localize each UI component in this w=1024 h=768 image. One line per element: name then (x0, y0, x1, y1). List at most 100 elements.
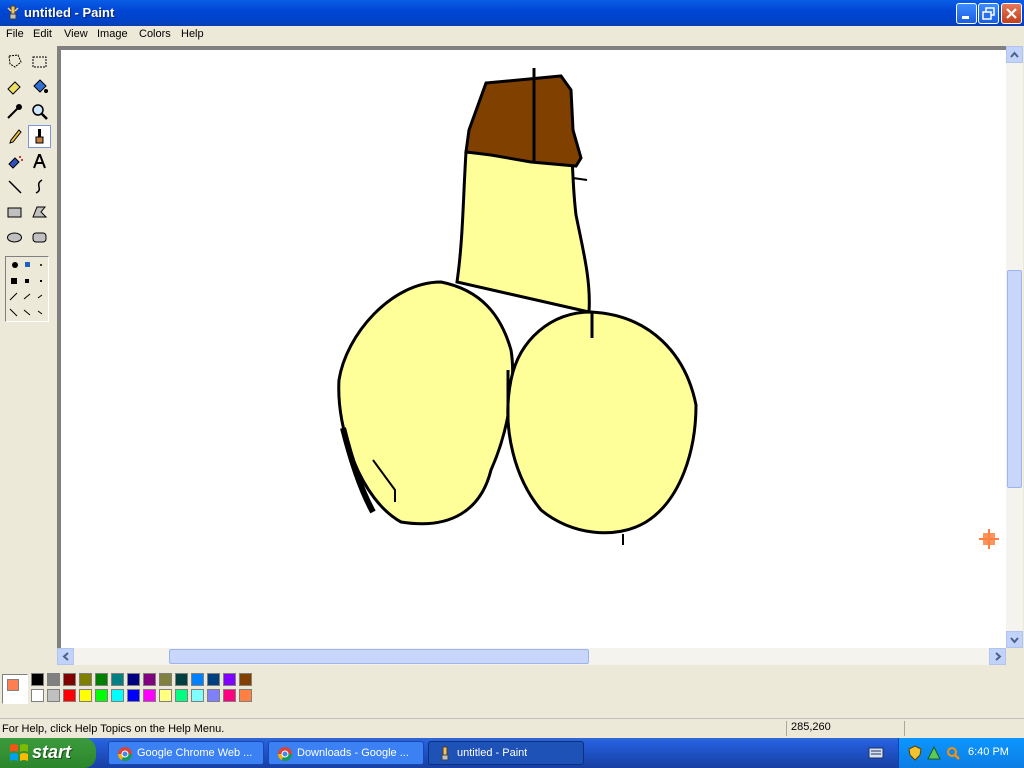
windows-logo-icon (10, 744, 28, 761)
chevron-down-icon (1010, 637, 1019, 644)
palette-swatch[interactable] (63, 689, 76, 702)
select-icon (32, 56, 47, 68)
task-downloads-chrome[interactable]: Downloads - Google ... (268, 741, 424, 765)
ellipse-icon (7, 232, 22, 243)
fill-with-color-tool[interactable] (28, 75, 51, 98)
menu-view[interactable]: View (64, 28, 88, 40)
keyboard-icon[interactable] (868, 746, 884, 760)
palette-swatch[interactable] (175, 689, 188, 702)
menu-colors[interactable]: Colors (139, 28, 171, 40)
scroll-down-button[interactable] (1006, 631, 1023, 648)
palette-swatch[interactable] (111, 673, 124, 686)
palette-swatch[interactable] (143, 689, 156, 702)
rounded-rectangle-tool[interactable] (28, 225, 51, 248)
eraser-tool[interactable] (3, 75, 26, 98)
chevron-up-icon (1010, 51, 1019, 58)
airbrush-icon (8, 156, 23, 169)
close-button[interactable] (1001, 3, 1022, 24)
select-tool[interactable] (28, 50, 51, 73)
drawing (337, 68, 999, 549)
palette-swatch[interactable] (239, 673, 252, 686)
canvas-area (57, 46, 1006, 648)
menu-file[interactable]: File (6, 28, 24, 40)
primary-color-swatch[interactable] (7, 679, 19, 691)
task-paint[interactable]: untitled - Paint (428, 741, 584, 765)
pencil-icon (9, 129, 22, 144)
scroll-up-button[interactable] (1006, 46, 1023, 63)
palette-swatch[interactable] (207, 689, 220, 702)
scroll-right-button[interactable] (989, 648, 1006, 665)
palette-swatch[interactable] (175, 673, 188, 686)
brush-shapes-icon (9, 262, 43, 317)
color-palette (0, 668, 1024, 712)
palette-swatch[interactable] (31, 673, 44, 686)
menu-bar: File Edit View Image Colors Help (0, 26, 1024, 44)
palette-swatch[interactable] (79, 689, 92, 702)
palette-swatch[interactable] (79, 673, 92, 686)
palette-swatch[interactable] (159, 689, 172, 702)
rounded-rectangle-icon (32, 232, 47, 243)
palette-swatch[interactable] (191, 673, 204, 686)
vertical-scroll-thumb[interactable] (1007, 270, 1022, 488)
magnifier-tool[interactable] (28, 100, 51, 123)
curve-tool[interactable] (28, 175, 51, 198)
vertical-scrollbar[interactable] (1006, 46, 1023, 648)
text-tool[interactable] (28, 150, 51, 173)
palette-swatch[interactable] (127, 673, 140, 686)
chevron-left-icon (62, 652, 69, 661)
ellipse-tool[interactable] (3, 225, 26, 248)
palette-swatch[interactable] (143, 673, 156, 686)
close-icon (1006, 8, 1017, 19)
status-help-text: For Help, click Help Topics on the Help … (2, 723, 225, 735)
current-colors (2, 674, 28, 704)
rectangle-icon (7, 207, 22, 218)
scroll-left-button[interactable] (57, 648, 74, 665)
horizontal-scrollbar[interactable] (57, 648, 1006, 665)
minimize-icon (962, 16, 969, 19)
palette-swatch[interactable] (159, 673, 172, 686)
palette-swatch[interactable] (223, 689, 236, 702)
menu-help[interactable]: Help (181, 28, 204, 40)
restore-button[interactable] (978, 3, 999, 24)
polygon-tool[interactable] (28, 200, 51, 223)
task-label: Google Chrome Web ... (137, 747, 253, 759)
palette-swatch[interactable] (95, 689, 108, 702)
text-icon (33, 154, 46, 169)
menu-edit[interactable]: Edit (33, 28, 52, 40)
palette-swatch[interactable] (47, 673, 60, 686)
palette-swatch[interactable] (95, 673, 108, 686)
task-label: Downloads - Google ... (297, 747, 409, 759)
menu-image[interactable]: Image (97, 28, 128, 40)
line-icon (8, 180, 22, 194)
horizontal-scroll-thumb[interactable] (169, 649, 589, 664)
security-shield-icon[interactable] (907, 745, 923, 761)
palette-swatch[interactable] (223, 673, 236, 686)
brush-tool[interactable] (28, 125, 51, 148)
palette-swatch[interactable] (63, 673, 76, 686)
chrome-icon (118, 747, 132, 761)
task-chrome-web-store[interactable]: Google Chrome Web ... (108, 741, 264, 765)
palette-swatch[interactable] (31, 689, 44, 702)
drawing-canvas[interactable] (61, 50, 1006, 648)
status-bar: For Help, click Help Topics on the Help … (0, 718, 1024, 739)
start-button[interactable]: start (0, 738, 96, 768)
palette-swatch[interactable] (47, 689, 60, 702)
rectangle-tool[interactable] (3, 200, 26, 223)
minimize-button[interactable] (956, 3, 977, 24)
pencil-tool[interactable] (3, 125, 26, 148)
free-form-select-tool[interactable] (3, 50, 26, 73)
search-icon[interactable] (945, 745, 961, 761)
status-divider (904, 721, 905, 736)
palette-swatch[interactable] (207, 673, 220, 686)
palette-swatch[interactable] (127, 689, 140, 702)
network-icon[interactable] (926, 745, 942, 761)
drawing-right-ball (506, 310, 698, 535)
airbrush-tool[interactable] (3, 150, 26, 173)
line-tool[interactable] (3, 175, 26, 198)
palette-swatch[interactable] (111, 689, 124, 702)
pick-color-tool[interactable] (3, 100, 26, 123)
palette-swatch[interactable] (239, 689, 252, 702)
toolbox (0, 46, 56, 666)
brush-shape-options (5, 256, 49, 322)
palette-swatch[interactable] (191, 689, 204, 702)
